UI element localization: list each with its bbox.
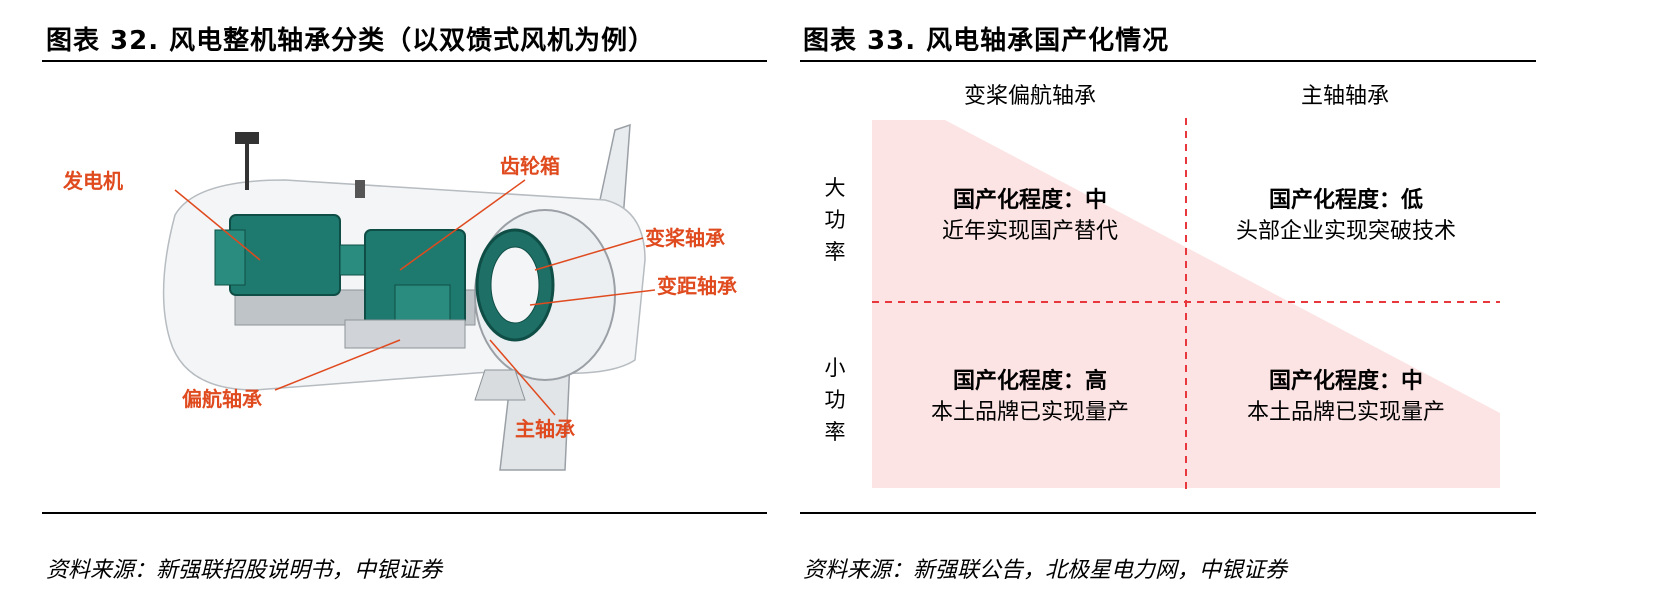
label-pitch-bearing: 变桨轴承 [645,226,725,250]
source-left: 资料来源：新强联招股说明书，中银证券 [46,558,443,583]
column-header-pitch-yaw: 变桨偏航轴承 [963,84,1096,109]
generator [229,214,341,296]
trend-triangle [872,118,1500,490]
label-generator: 发电机 [62,169,123,193]
cell-degree: 国产化程度：中 [952,187,1107,213]
source-rule-right [800,512,1536,514]
label-gearbox: 齿轮箱 [500,154,560,178]
row-header-low-power: 小 功 率 [824,356,846,444]
cell-low-pitch: 国产化程度：高 本土品牌已实现量产 [870,365,1190,429]
source-rule-left [42,512,767,514]
cell-high-main: 国产化程度：低 头部企业实现突破技术 [1186,184,1506,248]
cell-low-main: 国产化程度：中 本土品牌已实现量产 [1186,365,1506,429]
cell-degree: 国产化程度：低 [1268,187,1423,213]
source-right: 资料来源：新强联公告，北极星电力网，中银证券 [803,558,1288,583]
label-variable-pitch-bearing: 变距轴承 [657,274,737,298]
cell-desc: 头部企业实现突破技术 [1235,219,1456,244]
wind-turbine-diagram: 发电机 齿轮箱 变桨轴承 变距轴承 偏航轴承 主轴承 [62,123,737,471]
cell-desc: 近年实现国产替代 [941,219,1118,244]
figure-32-title: 图表 32. 风电整机轴承分类（以双馈式风机为例） [46,26,656,56]
cell-degree: 国产化程度：高 [952,368,1107,394]
localization-matrix: 变桨偏航轴承 主轴轴承 大 功 率 小 功 率 国产化程度：中 近年实现国产替代… [825,68,1630,538]
title-rule-right [800,60,1536,62]
row-header-high-power: 大 功 率 [824,176,846,264]
anemometer [235,132,259,144]
cell-degree: 国产化程度：中 [1268,368,1423,394]
cell-high-pitch: 国产化程度：中 近年实现国产替代 [870,184,1190,248]
cell-desc: 本土品牌已实现量产 [1246,400,1445,425]
figure-33-title: 图表 33. 风电轴承国产化情况 [803,26,1170,56]
column-header-main-shaft: 主轴轴承 [1300,84,1389,109]
cell-desc: 本土品牌已实现量产 [930,400,1129,425]
label-yaw-bearing: 偏航轴承 [182,387,262,411]
label-main-bearing: 主轴承 [515,417,575,441]
title-rule-left [42,60,767,62]
